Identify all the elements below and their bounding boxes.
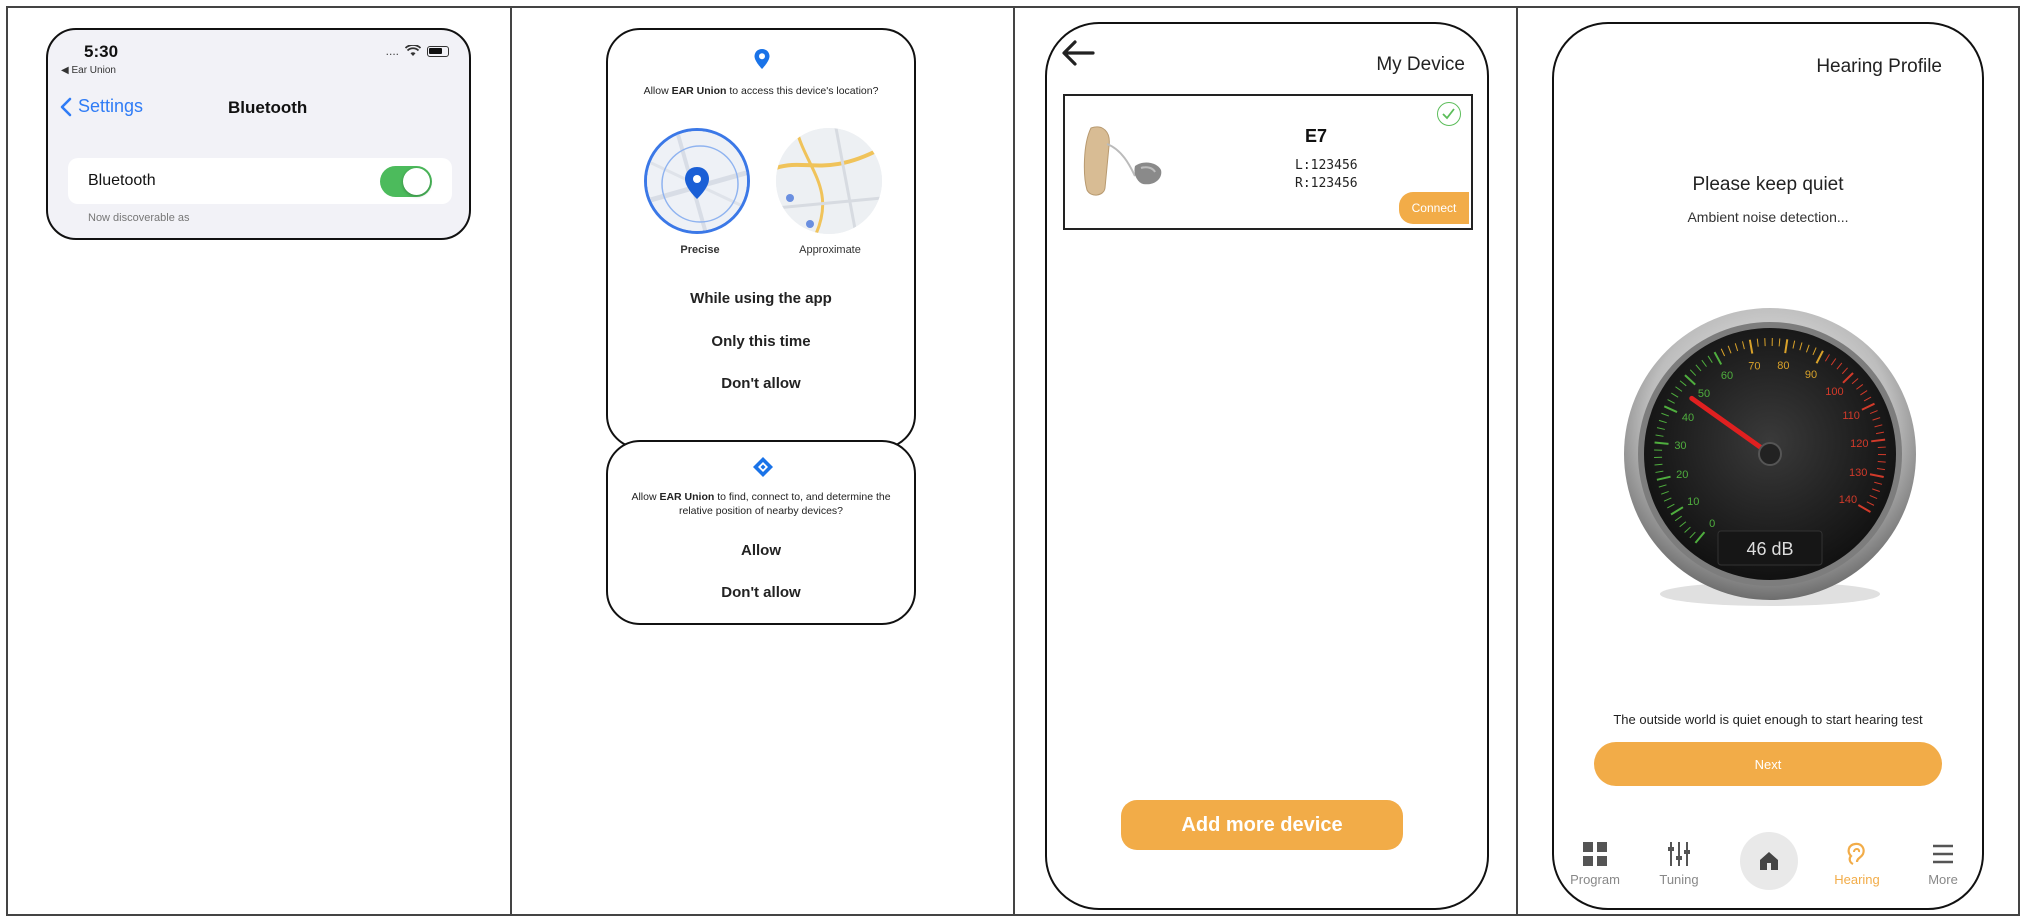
ear-icon — [1847, 842, 1865, 865]
precise-map-option[interactable] — [644, 128, 750, 234]
tab-home[interactable] — [1740, 832, 1798, 890]
gauge-tick — [1877, 461, 1886, 463]
keep-quiet-heading: Please keep quiet — [1692, 174, 1844, 195]
storyboard-frame: 5:30 ◀ Ear Union .... Settings Bluetooth… — [6, 6, 2020, 916]
tab-label: Program — [1570, 872, 1620, 887]
gauge-tick-label: 100 — [1825, 386, 1843, 398]
tab-more[interactable]: More — [1908, 840, 1978, 887]
panel-permissions: Allow EAR Union to access this device's … — [512, 8, 1015, 914]
gauge-tick-label: 10 — [1687, 496, 1699, 508]
tab-tuning[interactable]: Tuning — [1644, 840, 1714, 887]
my-device-screen: My Device E7 L:123456 R:123456 Connect A… — [1045, 22, 1489, 910]
status-icons: .... — [386, 44, 449, 58]
next-button[interactable]: Next — [1594, 742, 1942, 786]
bluetooth-row: Bluetooth — [68, 158, 452, 204]
gauge-tick-label: 110 — [1842, 410, 1860, 422]
wifi-icon — [405, 45, 421, 56]
allow-nearby-button[interactable]: Allow — [608, 542, 914, 559]
page-title: Hearing Profile — [1816, 56, 1942, 77]
only-this-time-button[interactable]: Only this time — [608, 333, 914, 350]
gauge-tick-label: 130 — [1849, 467, 1867, 479]
right-device-id: R:123456 — [1295, 176, 1358, 191]
status-time: 5:30 — [84, 42, 119, 61]
tab-hearing[interactable]: Hearing — [1822, 840, 1892, 887]
tab-program[interactable]: Program — [1560, 840, 1630, 887]
panel-bluetooth-settings: 5:30 ◀ Ear Union .... Settings Bluetooth… — [8, 8, 512, 914]
gauge-tick — [1778, 338, 1781, 347]
ios-settings-screen: 5:30 ◀ Ear Union .... Settings Bluetooth… — [46, 28, 471, 240]
panel-hearing-profile: Hearing Profile Please keep quiet Ambien… — [1518, 8, 2018, 914]
settings-back-label: Settings — [78, 96, 144, 116]
approximate-map-icon — [776, 128, 882, 234]
menu-icon — [1933, 844, 1953, 864]
location-pin-icon — [754, 49, 770, 69]
home-icon — [1760, 852, 1778, 870]
ambient-noise-subheading: Ambient noise detection... — [1687, 209, 1849, 225]
location-prompt: Allow EAR Union to access this device's … — [643, 85, 879, 97]
discoverable-text: Now discoverable as — [88, 212, 190, 224]
battery-icon — [427, 45, 449, 57]
back-arrow-icon[interactable] — [1061, 38, 1095, 68]
gauge-reading: 46 dB — [1746, 539, 1793, 559]
tab-label: More — [1928, 872, 1958, 887]
grid-icon — [1583, 842, 1607, 866]
device-card[interactable]: E7 L:123456 R:123456 Connect — [1063, 94, 1473, 230]
bluetooth-row-label: Bluetooth — [88, 172, 156, 189]
gauge-tick-label: 80 — [1777, 360, 1789, 372]
bluetooth-toggle[interactable] — [380, 166, 432, 197]
chevron-left-icon — [60, 97, 72, 116]
cellular-signal: .... — [385, 44, 399, 58]
back-to-app-link[interactable]: ◀ Ear Union — [61, 65, 116, 76]
gauge-tick-label: 0 — [1709, 518, 1715, 530]
page-title: My Device — [1376, 54, 1465, 75]
gauge-tick — [1654, 441, 1669, 445]
dont-allow-location-button[interactable]: Don't allow — [608, 375, 914, 392]
noise-level-gauge: 0 10 20 30 40 50 60 70 80 90 100 110 120 130 140 46 dB — [1624, 308, 1916, 606]
toggle-knob — [403, 168, 430, 195]
tab-label: Hearing — [1834, 872, 1880, 887]
panel-my-device: My Device E7 L:123456 R:123456 Connect A… — [1015, 8, 1518, 914]
nearby-devices-icon — [753, 457, 773, 477]
precise-label: Precise — [680, 244, 720, 256]
quiet-enough-message: The outside world is quiet enough to sta… — [1613, 712, 1923, 727]
approximate-label: Approximate — [799, 244, 861, 256]
gauge-tick-label: 140 — [1839, 494, 1857, 506]
dont-allow-nearby-button[interactable]: Don't allow — [608, 584, 914, 601]
gauge-tick-label: 120 — [1850, 438, 1868, 450]
gauge-tick-label: 30 — [1674, 440, 1686, 452]
gauge-tick-label: 90 — [1805, 369, 1817, 381]
tab-label: Tuning — [1659, 872, 1699, 887]
precise-map-icon — [647, 131, 747, 231]
connect-button[interactable]: Connect — [1399, 192, 1469, 224]
bottom-tab-bar: Program Tuning Hearing More — [1554, 822, 1982, 908]
location-permission-dialog: Allow EAR Union to access this device's … — [606, 28, 916, 449]
gauge-tick-label: 70 — [1748, 360, 1760, 372]
gauge-tick-label: 60 — [1721, 370, 1733, 382]
gauge-tick-label: 20 — [1676, 469, 1688, 481]
page-title: Bluetooth — [228, 98, 308, 117]
gauge-tick-label: 40 — [1682, 412, 1694, 424]
hearing-profile-screen: Hearing Profile Please keep quiet Ambien… — [1552, 22, 1984, 910]
left-device-id: L:123456 — [1295, 158, 1358, 173]
hearing-aid-image — [1083, 126, 1162, 196]
nearby-prompt: Allow EAR Union to find, connect to, and… — [631, 491, 891, 517]
add-more-device-button[interactable]: Add more device — [1121, 800, 1403, 850]
approximate-map-option[interactable] — [776, 128, 882, 234]
while-using-app-button[interactable]: While using the app — [608, 290, 914, 307]
gauge-tick-label: 50 — [1698, 388, 1710, 400]
nearby-devices-dialog: Allow EAR Union to find, connect to, and… — [606, 440, 916, 625]
connected-check-icon — [1437, 102, 1461, 126]
device-name: E7 — [1305, 126, 1328, 146]
settings-back-button[interactable]: Settings — [60, 96, 143, 117]
sliders-icon — [1668, 842, 1690, 866]
